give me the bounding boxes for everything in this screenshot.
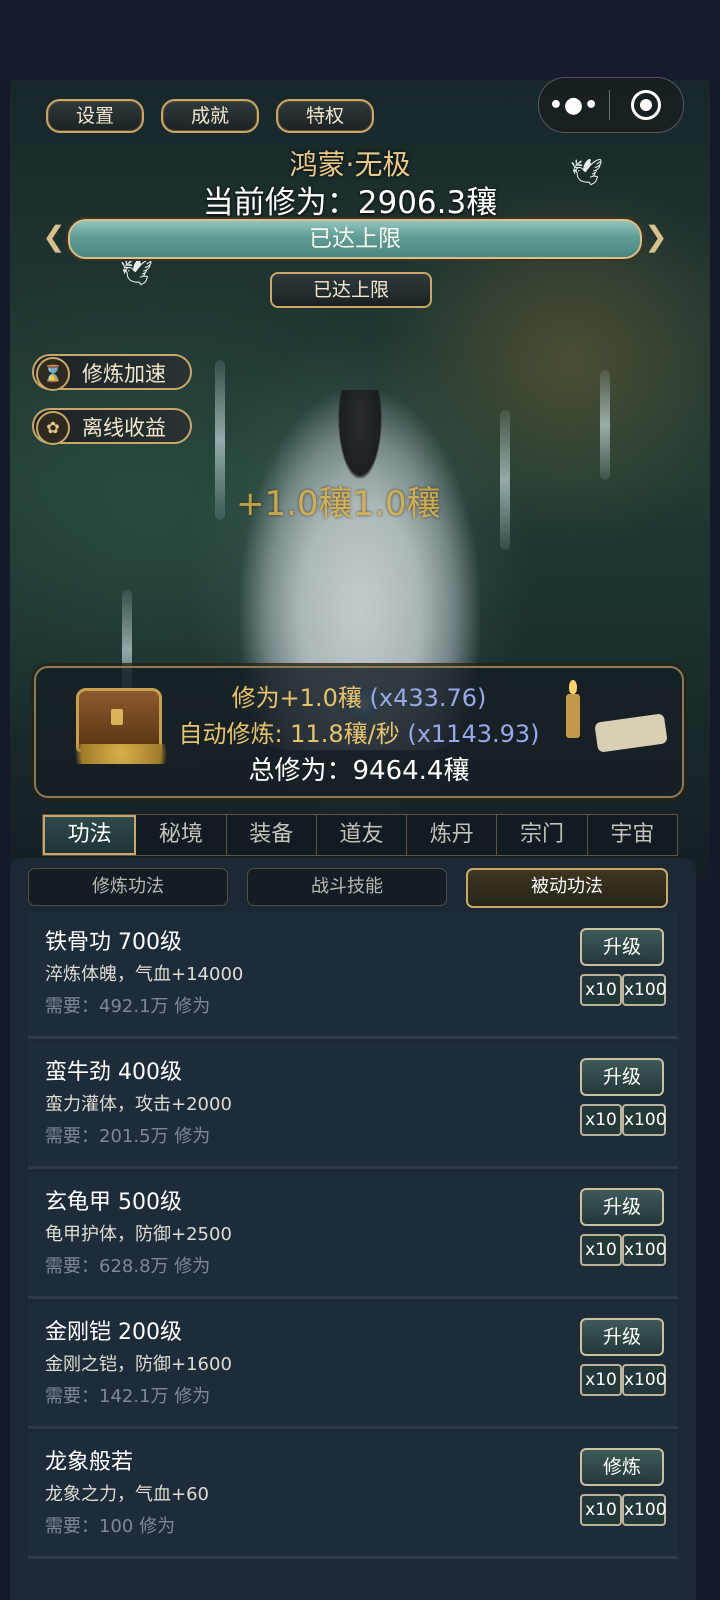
skill-card: 龙象般若 龙象之力，气血+60 需要：100 修为 修炼 x10 x100 [28,1432,678,1559]
ornament-right-icon: ❯ [644,220,668,253]
breakthrough-button[interactable]: 已达上限 [270,272,432,308]
upgrade-x100-button[interactable]: x100 [622,1234,667,1266]
more-button[interactable]: •●• [539,93,609,118]
cultivation-info-panel: 修为+1.0穰 (x433.76) 自动修炼: 11.8穰/秒 (x1143.9… [34,666,684,798]
skill-cost: 需要：100 修为 [45,1516,176,1537]
skill-name: 龙象般若 [45,1450,134,1475]
current-cultivation: 当前修为：2906.3穰 [202,185,498,221]
upgrade-x100-button[interactable]: x100 [622,974,667,1006]
skill-desc: 蛮力灌体，攻击+2000 [45,1094,232,1115]
upgrade-x100-button[interactable]: x100 [622,1104,667,1136]
auto-rate-multiplier: (x1143.93) [407,720,540,748]
auto-cultivation-rate: 自动修炼: 11.8穰/秒 (x1143.93) [36,714,682,749]
upgrade-x100-button[interactable]: x100 [622,1364,667,1396]
main-tab-bar: 功法 秘境 装备 道友 炼丹 宗门 宇宙 [42,814,678,856]
waterfall [500,410,510,550]
floating-gain-text: +1.0穰1.0穰 [236,484,441,524]
upgrade-x10-button[interactable]: x10 [580,974,622,1006]
close-button[interactable] [610,90,682,120]
skill-cost: 需要：142.1万 修为 [45,1386,211,1407]
gain-value: 修为+1.0穰 [231,684,362,712]
skill-card: 玄龟甲 500级 龟甲护体，防御+2500 需要：628.8万 修为 升级 x1… [28,1172,678,1299]
tab-universe[interactable]: 宇宙 [588,815,677,855]
speedup-label: 修炼加速 [82,362,166,386]
skill-desc: 淬炼体魄，气血+14000 [45,964,244,985]
upgrade-x10-button[interactable]: x10 [580,1234,622,1266]
tab-mijing[interactable]: 秘境 [136,815,227,855]
subtab-combat-skills[interactable]: 战斗技能 [247,868,447,906]
progress-label: 已达上限 [309,226,401,252]
upgrade-x10-button[interactable]: x10 [580,1494,622,1526]
tab-sect[interactable]: 宗门 [497,815,588,855]
miniprogram-capsule: •●• [538,77,684,133]
achievements-button[interactable]: 成就 [161,99,259,133]
gain-multiplier: (x433.76) [369,684,487,712]
cultivate-button[interactable]: 修炼 [580,1448,664,1486]
upgrade-button[interactable]: 升级 [580,1318,664,1356]
offline-earnings-label: 离线收益 [82,416,166,440]
upgrade-button[interactable]: 升级 [580,1188,664,1226]
skill-card: 铁骨功 700级 淬炼体魄，气血+14000 需要：492.1万 修为 升级 x… [28,912,678,1039]
skill-cost: 需要：201.5万 修为 [45,1126,211,1147]
skill-card: 蛮牛劲 400级 蛮力灌体，攻击+2000 需要：201.5万 修为 升级 x1… [28,1042,678,1169]
speedup-button[interactable]: ⌛ 修炼加速 [32,354,192,391]
skill-cost: 需要：628.8万 修为 [45,1256,211,1277]
cultivation-progress-bar: 已达上限 [68,219,642,259]
tab-gongfa[interactable]: 功法 [43,815,137,855]
crane-icon: 🕊 [120,258,154,288]
skill-desc: 金刚之铠，防御+1600 [45,1354,232,1375]
waterfall [215,360,225,520]
skill-name: 金刚铠 200级 [45,1320,182,1345]
subtab-cultivation-methods[interactable]: 修炼功法 [28,868,228,906]
skill-name: 玄龟甲 500级 [45,1190,182,1215]
tab-equipment[interactable]: 装备 [227,815,317,855]
total-cultivation: 总修为：9464.4穰 [248,756,470,786]
skill-card: 金刚铠 200级 金刚之铠，防御+1600 需要：142.1万 修为 升级 x1… [28,1302,678,1429]
skill-name: 蛮牛劲 400级 [45,1060,182,1085]
auto-rate-value: 自动修炼: 11.8穰/秒 [178,720,400,748]
subtab-passive-methods[interactable]: 被动功法 [466,868,668,908]
lotus-icon: ✿ [36,411,70,445]
upgrade-button[interactable]: 升级 [580,928,664,966]
record-icon [631,90,661,120]
skill-name: 铁骨功 700级 [45,930,182,955]
upgrade-x100-button[interactable]: x100 [622,1494,667,1526]
settings-button[interactable]: 设置 [46,99,144,133]
upgrade-x10-button[interactable]: x10 [580,1104,622,1136]
tab-companions[interactable]: 道友 [317,815,408,855]
top-band [0,0,720,80]
skill-desc: 龙象之力，气血+60 [45,1484,209,1505]
upgrade-x10-button[interactable]: x10 [580,1364,622,1396]
tab-alchemy[interactable]: 炼丹 [407,815,498,855]
privileges-button[interactable]: 特权 [276,99,374,133]
skill-cost: 需要：492.1万 修为 [45,996,211,1017]
skill-desc: 龟甲护体，防御+2500 [45,1224,232,1245]
offline-earnings-button[interactable]: ✿ 离线收益 [32,408,192,445]
upgrade-button[interactable]: 升级 [580,1058,664,1096]
hourglass-icon: ⌛ [36,357,70,391]
gain-per-click: 修为+1.0穰 (x433.76) [36,678,682,713]
waterfall [600,370,610,480]
